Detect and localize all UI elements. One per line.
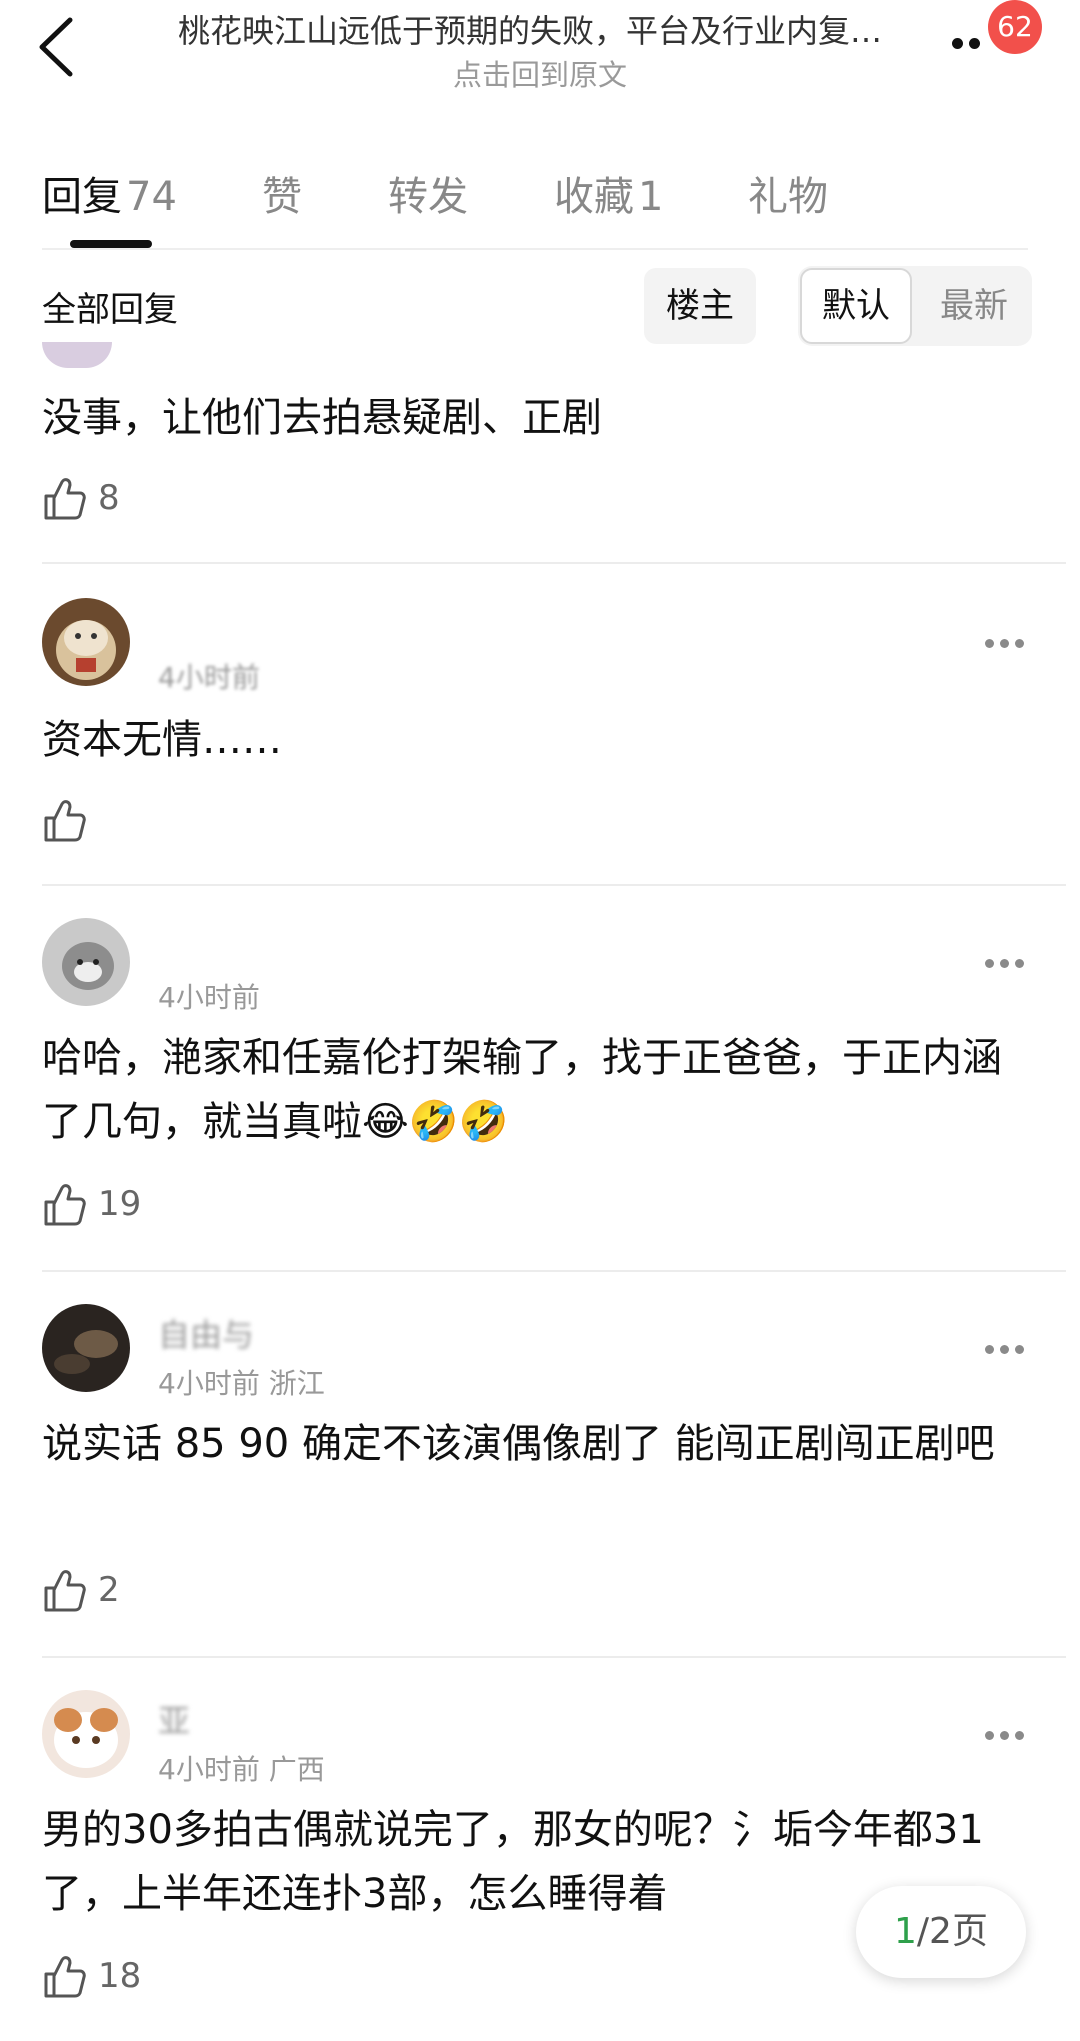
more-dots-icon — [985, 1731, 994, 1740]
comment-text[interactable]: 说实话 85 90 确定不该演偶像剧了 能闯正剧闯正剧吧 — [42, 1412, 1032, 1476]
avatar[interactable] — [42, 918, 130, 1006]
sort-latest-button[interactable]: 最新 — [920, 268, 1028, 344]
comment-more-button[interactable] — [985, 1345, 1025, 1357]
more-dots-icon — [952, 38, 963, 49]
thumbs-up-icon — [44, 800, 86, 842]
thumbs-up-icon — [44, 1570, 86, 1612]
current-page: 1 — [894, 1911, 917, 1952]
comment-divider — [42, 562, 1066, 564]
comment-meta: 4小时前 广西 — [158, 1753, 325, 1786]
comment-text[interactable]: 哈哈，滟家和任嘉伦打架输了，找于正爸爸，于正内涵了几句，就当真啦😂🤣🤣 — [42, 1026, 1032, 1154]
like-button[interactable] — [42, 798, 102, 848]
active-tab-indicator — [70, 240, 152, 248]
username[interactable]: 自由与 — [158, 1310, 254, 1356]
all-replies-heading: 全部回复 — [42, 290, 178, 330]
avatar[interactable] — [42, 1690, 130, 1778]
comment-text[interactable]: 资本无情…… — [42, 708, 1032, 772]
avatar — [42, 342, 112, 368]
avatar[interactable] — [42, 598, 130, 686]
comment-divider — [42, 1270, 1066, 1272]
page-indicator[interactable]: 1/2页 — [856, 1886, 1026, 1978]
back-button[interactable] — [34, 12, 80, 82]
back-to-post-link[interactable]: 点击回到原文 — [130, 52, 950, 94]
like-button[interactable]: 19 — [42, 1182, 162, 1232]
cat-avatar-image — [42, 918, 130, 1006]
sort-default-button[interactable]: 默认 — [800, 268, 912, 344]
tab-likes[interactable]: 赞 — [262, 164, 302, 222]
tab-reposts[interactable]: 转发 — [388, 164, 468, 222]
thumbs-up-icon — [44, 1956, 86, 1998]
like-count: 19 — [98, 1184, 142, 1224]
comment-divider — [42, 884, 1066, 886]
tab-replies[interactable]: 回复 74 — [42, 164, 177, 222]
comment-more-button[interactable] — [985, 1731, 1025, 1743]
comment-divider — [42, 1656, 1066, 1658]
avatar[interactable] — [42, 1304, 130, 1392]
more-menu-button[interactable] — [952, 34, 992, 54]
comment-more-button[interactable] — [985, 639, 1025, 651]
tab-gifts[interactable]: 礼物 — [748, 164, 828, 222]
total-pages: /2页 — [916, 1911, 988, 1952]
comment-meta: 4小时前 浙江 — [158, 1367, 325, 1400]
post-title[interactable]: 桃花映江山远低于预期的失败，平台及行业内复… — [130, 6, 930, 52]
dark-avatar-image — [42, 1304, 130, 1392]
username[interactable]: 亚 — [158, 1696, 190, 1742]
more-dots-icon — [985, 959, 994, 968]
like-button[interactable]: 18 — [42, 1954, 162, 2004]
thumbs-up-icon — [44, 1184, 86, 1226]
cat-avatar-image — [42, 598, 130, 686]
tab-bar: 回复 74 赞 转发 收藏 1 礼物 — [0, 150, 1080, 250]
comment-meta: 4小时前 — [158, 981, 260, 1014]
notification-badge[interactable]: 62 — [988, 0, 1042, 54]
top-bar: 桃花映江山远低于预期的失败，平台及行业内复… 点击回到原文 62 — [0, 0, 1080, 100]
more-dots-icon — [985, 1345, 994, 1354]
comment-meta: 4小时前 — [158, 661, 260, 694]
comment-text[interactable]: 没事，让他们去拍悬疑剧、正剧 — [42, 386, 1032, 450]
comment-more-button[interactable] — [985, 959, 1025, 971]
like-count: 18 — [98, 1956, 142, 1996]
like-count: 8 — [98, 478, 120, 518]
like-count: 2 — [98, 1570, 120, 1610]
like-button[interactable]: 2 — [42, 1568, 162, 1618]
owner-only-button[interactable]: 楼主 — [644, 268, 756, 344]
scrolled-comment-header — [42, 342, 362, 368]
more-dots-icon — [985, 639, 994, 648]
like-button[interactable]: 8 — [42, 476, 162, 526]
chevron-left-icon — [39, 17, 73, 77]
tab-divider — [42, 248, 1028, 250]
cat-avatar-image — [42, 1690, 130, 1778]
tab-favorites[interactable]: 收藏 1 — [554, 164, 663, 222]
sort-toggle: 默认 最新 — [798, 266, 1032, 346]
thumbs-up-icon — [44, 478, 86, 520]
